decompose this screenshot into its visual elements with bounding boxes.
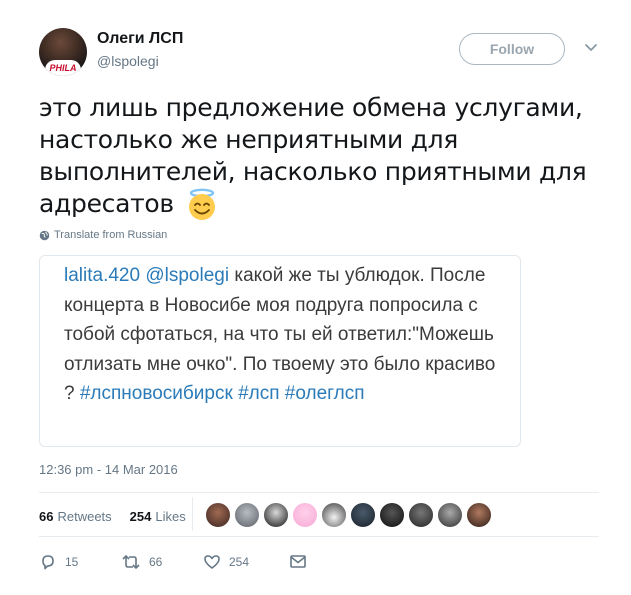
reply-count: 15 — [65, 555, 79, 569]
globe-icon — [39, 230, 50, 240]
liker-avatar[interactable] — [350, 502, 376, 528]
avatar-jersey: PHILA — [45, 60, 81, 76]
liker-avatar[interactable] — [379, 502, 405, 528]
likes-count[interactable]: 254 — [130, 509, 152, 524]
tweet-actions: 15 66 254 — [39, 553, 307, 571]
quoted-mention[interactable]: @lspolegi — [145, 265, 229, 286]
liker-avatar[interactable] — [234, 502, 260, 528]
liker-avatar[interactable] — [408, 502, 434, 528]
user-handle[interactable]: @lspolegi — [97, 53, 159, 69]
like-count: 254 — [229, 555, 250, 569]
divider-top — [39, 492, 599, 493]
quoted-hashtags[interactable]: #лспновосибирск #лсп #олеглсп — [80, 383, 365, 404]
display-name[interactable]: Олеги ЛСП — [97, 30, 183, 48]
reply-button[interactable]: 15 — [39, 553, 121, 571]
quoted-tweet-content: lalita.420 @lspolegi какой же ты ублюдок… — [64, 261, 504, 409]
tweet-text: это лишь предложение обмена услугами, на… — [39, 92, 599, 222]
follow-button[interactable]: Follow — [459, 33, 565, 65]
translate-link[interactable]: Translate from Russian — [39, 229, 167, 241]
like-button[interactable]: 254 — [203, 553, 289, 571]
quoted-tweet[interactable]: lalita.420 @lspolegi какой же ты ублюдок… — [39, 255, 521, 447]
timestamp[interactable]: 12:36 pm - 14 Mar 2016 — [39, 462, 178, 477]
liker-avatar[interactable] — [321, 502, 347, 528]
engagement-stats: 66 Retweets 254 Likes — [39, 509, 186, 524]
direct-message-button[interactable] — [289, 554, 307, 570]
envelope-icon — [290, 555, 306, 568]
divider-bottom — [39, 536, 599, 537]
retweets-count[interactable]: 66 — [39, 509, 53, 524]
liker-avatar[interactable] — [205, 502, 231, 528]
liker-avatar[interactable] — [263, 502, 289, 528]
liker-avatar[interactable] — [437, 502, 463, 528]
liker-avatar[interactable] — [292, 502, 318, 528]
smiling-face-with-halo-icon — [189, 188, 216, 220]
retweet-count: 66 — [149, 555, 163, 569]
liker-avatars — [205, 502, 495, 528]
reply-icon — [42, 555, 54, 570]
stats-divider — [192, 497, 193, 531]
avatar[interactable]: PHILA — [39, 28, 87, 76]
chevron-down-icon[interactable] — [582, 39, 600, 57]
retweets-label[interactable]: Retweets — [57, 509, 111, 524]
heart-icon — [204, 555, 220, 569]
retweet-icon — [122, 554, 140, 570]
liker-avatar[interactable] — [466, 502, 492, 528]
translate-label: Translate from Russian — [54, 229, 168, 241]
tweet-body: это лишь предложение обмена услугами, на… — [39, 93, 587, 218]
retweet-button[interactable]: 66 — [121, 553, 203, 571]
quoted-user[interactable]: lalita.420 — [64, 265, 140, 286]
likes-label[interactable]: Likes — [155, 509, 185, 524]
